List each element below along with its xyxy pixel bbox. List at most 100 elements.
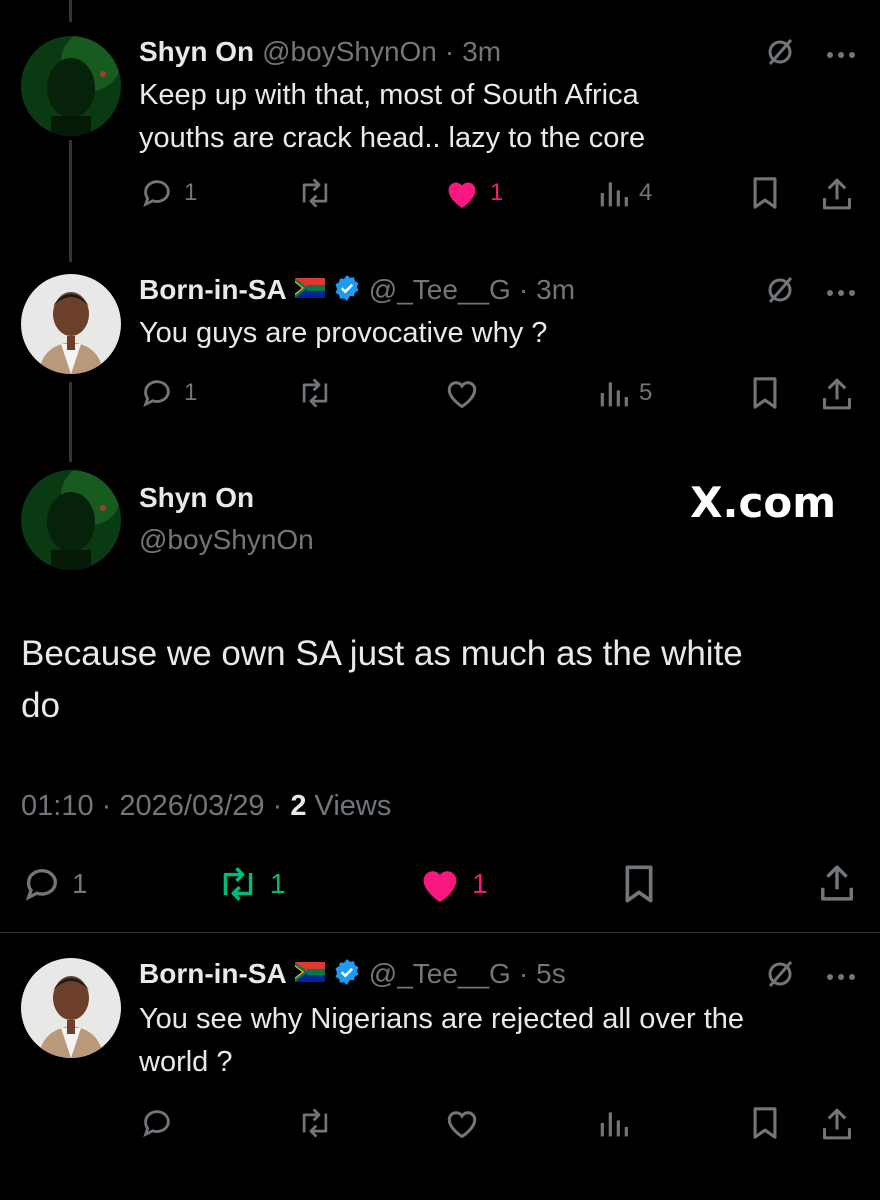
sa-flag-icon [294,961,325,987]
author-handle[interactable]: @boyShynOn [262,36,437,68]
reply-icon [143,180,170,208]
tweet-time[interactable]: 01:10 [21,790,94,822]
views-label: Views [314,790,392,822]
reply-button[interactable]: 1 [140,376,197,410]
tweet-date[interactable]: 2026/03/29 [119,790,264,822]
avatar[interactable] [21,470,121,570]
author-name[interactable]: Shyn On [139,36,254,68]
reply-tweet[interactable]: Born-in-SA @_Tee__G · 5s You see why Nig… [0,950,880,1150]
avatar[interactable] [21,958,121,1058]
separator: · [518,274,529,305]
share-icon [823,1108,851,1140]
reply-icon [143,1110,170,1138]
like-count: 1 [472,868,488,899]
tweet-text-line: You guys are provocative why ? [139,317,548,349]
bookmark-icon [753,377,777,409]
like-button[interactable] [444,1106,480,1140]
grok-icon[interactable] [764,958,796,995]
verified-icon [333,274,361,307]
like-button[interactable] [444,376,480,410]
author-name[interactable]: Born-in-SA [139,274,287,306]
bookmark-icon [753,1107,777,1139]
divider [0,932,880,933]
sa-flag-icon [294,277,325,303]
share-button[interactable] [820,1106,854,1142]
tweet-text-line: world ? [139,1046,233,1078]
separator: · [101,790,112,822]
repost-icon [223,867,253,901]
more-icon[interactable] [826,968,856,986]
views-button[interactable]: 5 [597,376,652,410]
timestamp[interactable]: 5s [536,958,566,990]
bookmark-button[interactable] [750,176,780,210]
tweet-text-line: Keep up with that, most of South Africa [139,79,639,111]
tweet-2[interactable]: Born-in-SA @_Tee__G · 3m You guys are pr… [0,266,880,446]
reply-button[interactable]: 1 [140,176,197,210]
tweet-text-line: do [21,686,60,725]
avatar[interactable] [21,36,121,136]
repost-icon [302,378,328,408]
repost-button[interactable]: 1 [216,864,286,904]
bookmark-icon [625,865,653,903]
share-icon [823,378,851,410]
watermark: X.com [690,478,836,527]
views-icon [600,1112,628,1137]
tweet-text: You guys are provocative why ? [139,312,859,355]
main-tweet-text: Because we own SA just as much as the wh… [21,628,861,732]
tweet-text: You see why Nigerians are rejected all o… [139,998,859,1084]
timestamp[interactable]: 3m [536,274,575,306]
avatar[interactable] [21,274,121,374]
author-name[interactable]: Born-in-SA [139,958,287,990]
heart-icon [447,1111,477,1139]
timestamp[interactable]: 3m [462,36,501,68]
repost-icon [302,178,328,208]
grok-icon[interactable] [764,36,796,73]
share-button[interactable] [820,376,854,412]
more-icon[interactable] [826,284,856,302]
heart-icon [447,381,477,409]
reply-button[interactable] [140,1106,174,1140]
separator: · [272,790,283,822]
reply-icon [25,869,57,901]
reply-count: 1 [72,868,88,899]
share-button[interactable] [820,176,854,212]
view-count: 4 [639,179,653,206]
tweet-text-line: Because we own SA just as much as the wh… [21,634,743,673]
repost-count: 1 [270,868,286,899]
like-count: 1 [490,179,504,206]
tweet-text-line: youths are crack head.. lazy to the core [139,122,646,154]
bookmark-button[interactable] [750,1106,780,1140]
share-icon [821,865,853,901]
views-button[interactable]: 4 [597,176,652,210]
author-handle[interactable]: @boyShynOn [139,524,314,556]
reply-button[interactable]: 1 [22,864,88,904]
heart-icon [448,182,476,208]
views-button[interactable] [597,1106,629,1140]
thread-line-top [69,0,72,22]
reply-count: 1 [184,379,198,406]
views-icon [600,182,628,207]
reply-icon [143,380,170,408]
verified-icon [333,958,361,991]
author-name[interactable]: Shyn On [139,482,254,514]
like-button[interactable]: 1 [444,176,503,210]
author-handle[interactable]: @_Tee__G [369,274,511,306]
main-tweet: Shyn On @boyShynOn X.com Because we own … [0,466,880,926]
tweet-metadata: 01:10 · 2026/03/29 · 2 Views [21,790,391,823]
views-icon [600,382,628,407]
bookmark-icon [753,177,777,209]
tweet-1[interactable]: Shyn On @boyShynOn · 3m Keep up with tha… [0,24,880,224]
grok-icon[interactable] [764,274,796,311]
like-button[interactable]: 1 [418,864,488,904]
more-icon[interactable] [826,46,856,64]
tweet-text-line: You see why Nigerians are rejected all o… [139,1003,745,1035]
bookmark-button[interactable] [750,376,780,410]
author-handle[interactable]: @_Tee__G [369,958,511,990]
repost-button[interactable] [296,176,334,210]
bookmark-button[interactable] [621,864,657,904]
repost-button[interactable] [296,376,334,410]
view-count: 5 [639,379,653,406]
share-button[interactable] [818,862,856,904]
repost-button[interactable] [296,1106,334,1140]
reply-count: 1 [184,179,198,206]
